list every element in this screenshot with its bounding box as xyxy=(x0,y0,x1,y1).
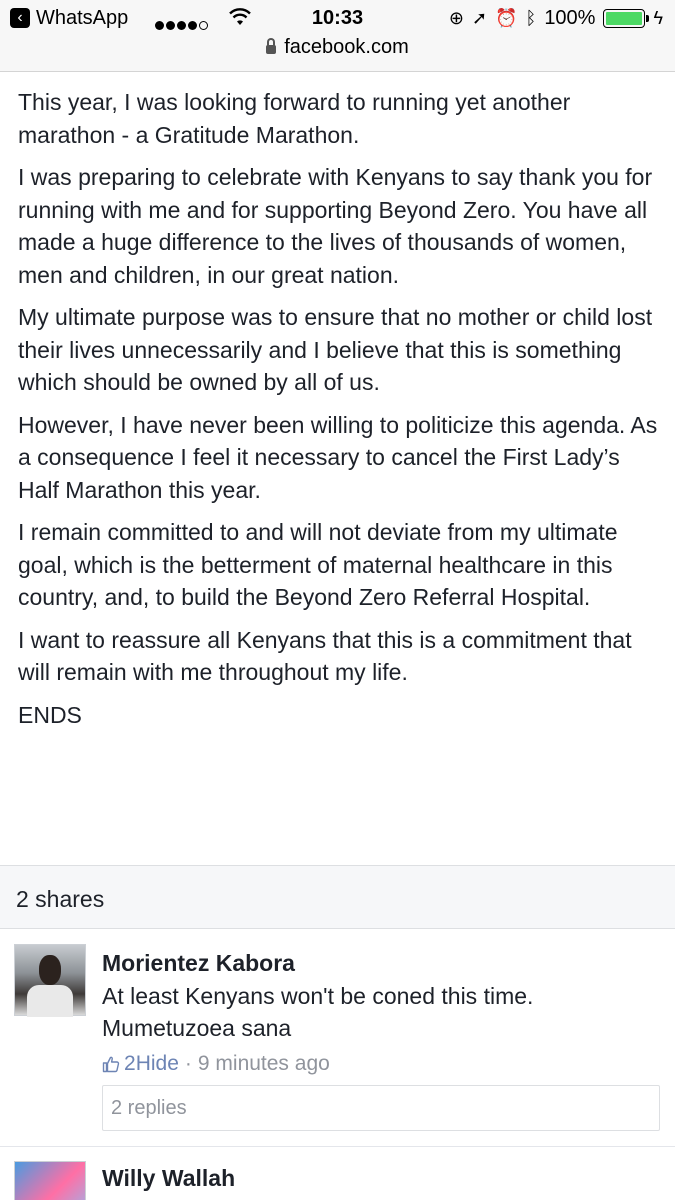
comment: Willy Wallah xyxy=(0,1147,675,1200)
post-paragraph: My ultimate purpose was to ensure that n… xyxy=(18,304,653,395)
alarm-icon: ⏰ xyxy=(495,8,518,28)
address-bar[interactable]: facebook.com xyxy=(0,36,675,59)
bluetooth-icon: ᛒ xyxy=(525,8,537,28)
location-arrow-icon: ➚ xyxy=(471,8,488,28)
post-body: This year, I was looking forward to runn… xyxy=(18,86,658,741)
post-paragraph: I remain committed to and will not devia… xyxy=(18,519,618,610)
status-bar: ‹ WhatsApp 10:33 ⊕ ➚ ⏰ ᛒ 100% ϟ facebook… xyxy=(0,0,675,72)
shares-count-link[interactable]: 2 shares xyxy=(16,886,104,913)
comment-meta: 2 Hide · 9 minutes ago xyxy=(102,1052,330,1076)
rotation-lock-icon: ⊕ xyxy=(448,8,464,28)
like-icon[interactable] xyxy=(102,1055,120,1073)
comment-timestamp: 9 minutes ago xyxy=(197,1052,330,1075)
url-text[interactable]: facebook.com xyxy=(284,36,409,58)
post-paragraph: This year, I was looking forward to runn… xyxy=(18,89,571,148)
commenter-name[interactable]: Willy Wallah xyxy=(102,1165,235,1192)
view-replies-button[interactable]: 2 replies xyxy=(102,1085,660,1131)
comment-text: At least Kenyans won't be coned this tim… xyxy=(102,980,662,1044)
replies-label: 2 replies xyxy=(111,1097,187,1119)
comment: Morientez Kabora At least Kenyans won't … xyxy=(0,930,675,1150)
avatar[interactable] xyxy=(14,944,86,1017)
battery-icon xyxy=(603,9,650,28)
post-paragraph: I was preparing to celebrate with Kenyan… xyxy=(18,164,653,288)
comment-text-line: Mumetuzoea sana xyxy=(102,1015,292,1041)
meta-separator: · xyxy=(184,1052,192,1075)
avatar[interactable] xyxy=(14,1161,86,1200)
shares-bar: 2 shares xyxy=(0,865,675,929)
hide-link[interactable]: Hide xyxy=(136,1052,179,1076)
post-paragraph: ENDS xyxy=(18,701,82,728)
like-count[interactable]: 2 xyxy=(124,1052,136,1076)
charging-bolt-icon: ϟ xyxy=(653,8,663,28)
post-paragraph: I want to reassure all Kenyans that this… xyxy=(18,626,632,686)
battery-percent: 100% xyxy=(544,7,596,29)
commenter-name[interactable]: Morientez Kabora xyxy=(102,950,295,977)
comment-text-line: At least Kenyans won't be coned this tim… xyxy=(102,983,534,1009)
post-paragraph: However, I have never been willing to po… xyxy=(18,411,658,503)
lock-icon xyxy=(266,38,277,54)
